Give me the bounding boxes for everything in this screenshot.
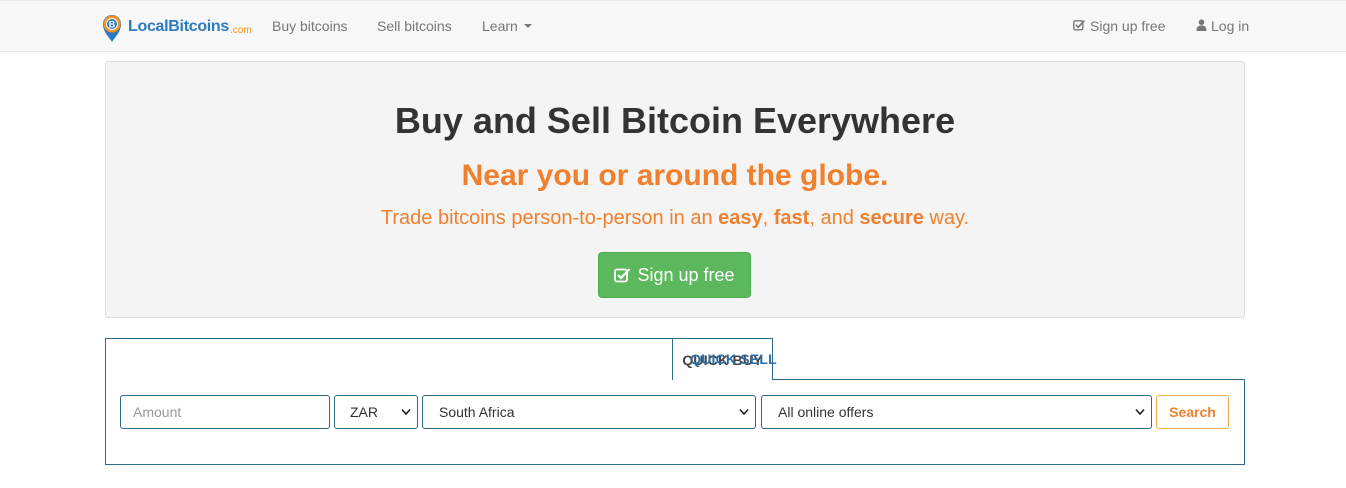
check-square-icon [1073, 20, 1086, 31]
chevron-down-icon [401, 408, 411, 416]
tagline-prefix: Trade bitcoins person-to-person in an [380, 207, 719, 229]
tagline-suffix: way. [923, 207, 970, 229]
chevron-down-icon [1135, 408, 1145, 416]
amount-input[interactable]: Amount [120, 395, 330, 429]
hero-title: Buy and Sell Bitcoin Everywhere [394, 100, 956, 141]
nav-login-label: Log in [1211, 18, 1250, 34]
check-square-icon [614, 268, 631, 283]
currency-value: ZAR [350, 404, 378, 420]
tagline-secure: secure [859, 207, 924, 229]
hero-jumbotron: Buy and Sell Bitcoin Everywhere Near you… [105, 61, 1245, 318]
search-button[interactable]: Search [1156, 395, 1229, 429]
nav-learn-dropdown[interactable]: Learn [482, 18, 532, 34]
signup-button-label: Sign up free [637, 264, 735, 285]
hero-subtitle: Near you or around the globe. [461, 159, 889, 192]
nav-signup-label: Sign up free [1090, 18, 1166, 34]
offers-select[interactable]: All online offers [761, 395, 1152, 429]
nav-learn-label: Learn [482, 18, 518, 34]
nav-buy-bitcoins[interactable]: Buy bitcoins [272, 18, 347, 34]
svg-text:B: B [109, 20, 116, 30]
user-icon [1196, 19, 1207, 32]
brand-logo[interactable]: B LocalBitcoins .com [99, 11, 252, 43]
tagline-easy: easy [718, 207, 763, 229]
brand-name: LocalBitcoins [128, 18, 230, 35]
country-value: South Africa [439, 404, 515, 420]
caret-down-icon [523, 24, 532, 29]
brand-suffix: .com [230, 24, 252, 36]
chevron-down-icon [739, 408, 749, 416]
panel-border [105, 338, 673, 339]
tagline-fast: fast [773, 207, 810, 229]
nav-login-link[interactable]: Log in [1196, 18, 1249, 34]
nav-signup-link[interactable]: Sign up free [1073, 18, 1166, 34]
tagline-sep: , [762, 207, 774, 229]
bitcoin-pin-icon: B [103, 15, 121, 42]
nav-sell-bitcoins[interactable]: Sell bitcoins [377, 18, 452, 34]
country-select[interactable]: South Africa [422, 395, 756, 429]
signup-button[interactable]: Sign up free [598, 252, 751, 298]
offers-value: All online offers [778, 404, 874, 420]
tab-quick-sell[interactable]: QUICK SELL [681, 338, 786, 380]
panel-border [105, 338, 106, 380]
hero-tagline: Trade bitcoins person-to-person in an ea… [106, 207, 1244, 230]
quick-search-panel: QUICK BUY QUICK SELL Amount ZAR South Af… [105, 338, 1245, 465]
tagline-sep: , and [809, 207, 860, 229]
currency-select[interactable]: ZAR [334, 395, 418, 429]
top-navbar: B LocalBitcoins .com Buy bitcoins Sell bi… [0, 0, 1346, 52]
